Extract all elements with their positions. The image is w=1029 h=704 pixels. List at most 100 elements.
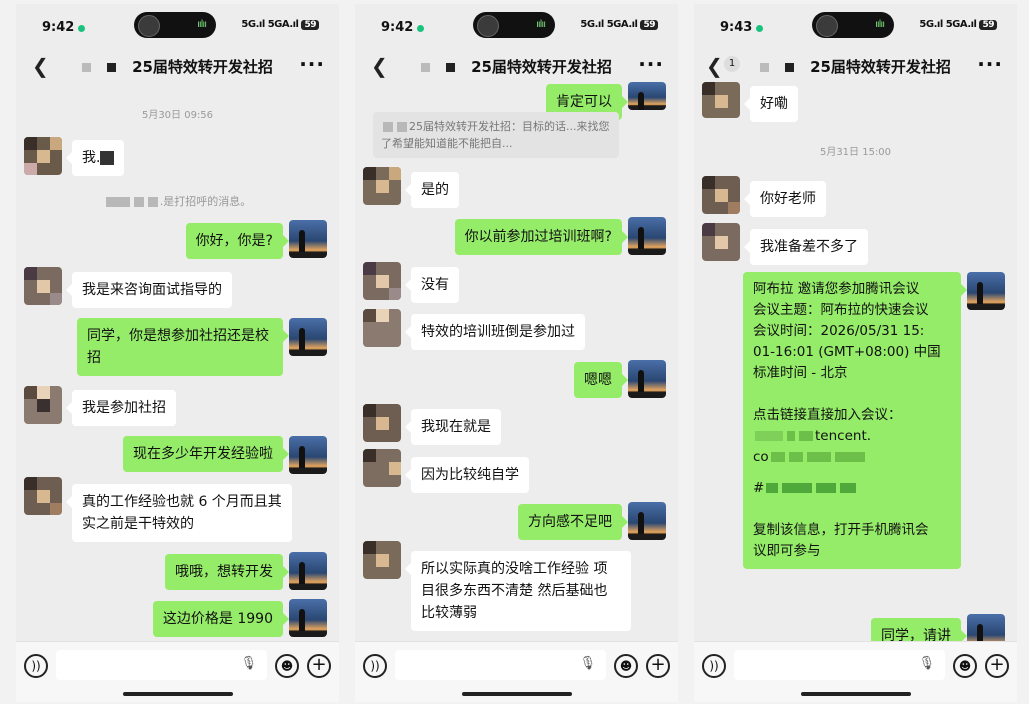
timestamp: 5月30日 09:56	[141, 110, 214, 121]
status-time: 9:42	[381, 20, 414, 35]
avatar[interactable]	[363, 309, 401, 347]
voice-icon[interactable]: ))	[363, 654, 387, 678]
avatar[interactable]	[702, 223, 740, 261]
home-indicator	[800, 692, 911, 696]
avatar[interactable]	[628, 217, 666, 255]
phone-screen-1: 9:42 ıılıı 5G.ıl 5GA.ıl 59 ❮ 25届特效转开发社招 ·…	[16, 4, 339, 702]
avatar[interactable]	[702, 82, 740, 118]
message-bubble[interactable]: 好嘞	[744, 86, 798, 122]
avatar[interactable]	[289, 220, 327, 258]
audio-wave-icon: ıılıı	[197, 19, 207, 30]
avatar[interactable]	[363, 404, 401, 442]
status-bar: 9:42 ıılıı 5G.ıl 5GA.ıl 59	[355, 4, 678, 44]
audio-wave-icon: ıılıı	[875, 19, 885, 30]
avatar[interactable]	[363, 541, 401, 579]
avatar[interactable]	[24, 477, 62, 515]
message-bubble[interactable]: 真的工作经验也就 6 个月而且其实之前是干特效的	[66, 484, 292, 542]
emoji-icon[interactable]: ☻	[614, 654, 638, 678]
chat-header: ❮ 25届特效转开发社招 ···	[16, 46, 339, 84]
meeting-invite-bubble[interactable]: 阿布拉 邀请您参加腾讯会议 会议主题：阿布拉的快速会议 会议时间：2026/05…	[743, 272, 967, 569]
status-time: 9:43	[720, 20, 753, 35]
avatar[interactable]	[363, 167, 401, 205]
status-bar: 9:42 ıılıı 5G.ıl 5GA.ıl 59	[16, 4, 339, 44]
avatar[interactable]	[702, 176, 740, 214]
message-bubble[interactable]: 我准备差不多了	[744, 229, 868, 265]
more-icon[interactable]: ···	[977, 52, 1003, 76]
input-bar: )) 🎙 ☻ +	[355, 641, 678, 702]
avatar[interactable]	[628, 82, 666, 110]
message-bubble[interactable]: 哦哦，想转开发	[165, 554, 289, 590]
status-bar: 9:43 ıılıı 5G.ıl 5GA.ıl 59	[694, 4, 1017, 44]
avatar[interactable]	[289, 552, 327, 590]
message-bubble[interactable]: 所以实际真的没啥工作经验 项目很多东西不清楚 然后基础也比较薄弱	[405, 551, 631, 631]
more-icon[interactable]: ···	[299, 52, 325, 76]
battery-level: 59	[979, 20, 997, 30]
avatar[interactable]	[289, 599, 327, 637]
message-bubble[interactable]: 你好老师	[744, 181, 826, 217]
audio-wave-icon: ıılıı	[536, 19, 546, 30]
avatar[interactable]	[24, 386, 62, 424]
more-icon[interactable]: ···	[638, 52, 664, 76]
timestamp: 5月31日 15:00	[819, 147, 892, 158]
camera-icon	[138, 15, 160, 37]
input-bar: )) 🎙 ☻ +	[16, 641, 339, 702]
mic-icon[interactable]: 🎙	[240, 656, 257, 671]
system-notice: .是打招呼的消息。	[16, 193, 339, 209]
message-bubble[interactable]: 现在多少年开发经验啦	[123, 436, 289, 472]
avatar[interactable]	[24, 267, 62, 305]
message-input[interactable]: 🎙	[56, 650, 267, 680]
message-bubble[interactable]: 我是参加社招	[66, 390, 176, 426]
message-input[interactable]: 🎙	[395, 650, 606, 680]
plus-icon[interactable]: +	[985, 654, 1009, 678]
phone-screen-3: 9:43 ıılıı 5G.ıl 5GA.ıl 59 ❮ 1 25届特效转开发社招…	[694, 4, 1017, 702]
message-bubble[interactable]: 嗯嗯	[574, 362, 628, 398]
avatar[interactable]	[289, 436, 327, 474]
message-bubble[interactable]: 我.	[65, 140, 125, 176]
input-bar: )) 🎙 ☻ +	[694, 641, 1017, 702]
message-bubble[interactable]: 特效的培训班倒是参加过	[405, 314, 585, 350]
message-input[interactable]: 🎙	[734, 650, 945, 680]
message-bubble[interactable]: 没有	[405, 267, 459, 303]
avatar[interactable]	[363, 449, 401, 487]
plus-icon[interactable]: +	[307, 654, 331, 678]
message-bubble[interactable]: 是的	[405, 172, 459, 208]
avatar[interactable]	[363, 262, 401, 300]
quoted-message[interactable]: 25届特效转开发社招：目标的话...来找您了希望能知道能不能把自...	[373, 112, 619, 158]
status-time: 9:42	[42, 20, 75, 35]
dynamic-island: ıılıı	[812, 12, 894, 38]
emoji-icon[interactable]: ☻	[275, 654, 299, 678]
avatar[interactable]	[24, 137, 62, 175]
phone-screen-2: 9:42 ıılıı 5G.ıl 5GA.ıl 59 ❮ 25届特效转开发社招 ·…	[355, 4, 678, 702]
chat-header: ❮ 1 25届特效转开发社招 ···	[694, 46, 1017, 84]
mic-icon[interactable]: 🎙	[579, 656, 596, 671]
avatar[interactable]	[628, 360, 666, 398]
battery-level: 59	[640, 20, 658, 30]
avatar[interactable]	[289, 318, 327, 356]
home-indicator	[461, 692, 572, 696]
battery-level: 59	[301, 20, 319, 30]
voice-icon[interactable]: ))	[24, 654, 48, 678]
avatar[interactable]	[628, 502, 666, 540]
chat-title: 25届特效转开发社招	[694, 56, 1017, 77]
message-bubble[interactable]: 我是来咨询面试指导的	[66, 272, 232, 308]
dynamic-island: ıılıı	[473, 12, 555, 38]
message-bubble[interactable]: 你以前参加过培训班啊?	[454, 219, 629, 255]
emoji-icon[interactable]: ☻	[953, 654, 977, 678]
signal-indicator: 5G.ıl 5GA.ıl 59	[919, 19, 997, 30]
voice-icon[interactable]: ))	[702, 654, 726, 678]
message-bubble[interactable]: 这边价格是 1990	[152, 601, 290, 637]
avatar[interactable]	[967, 272, 1005, 310]
status-dot-icon	[78, 25, 85, 32]
message-bubble[interactable]: 同学，你是想参加社招还是校招	[77, 318, 289, 376]
chat-title: 25届特效转开发社招	[16, 56, 339, 77]
message-bubble[interactable]: 你好，你是?	[185, 223, 290, 259]
message-bubble[interactable]: 因为比较纯自学	[405, 457, 529, 493]
camera-icon	[477, 15, 499, 37]
chat-title: 25届特效转开发社招	[355, 56, 678, 77]
message-bubble[interactable]: 我现在就是	[405, 409, 501, 445]
plus-icon[interactable]: +	[646, 654, 670, 678]
status-dot-icon	[756, 25, 763, 32]
mic-icon[interactable]: 🎙	[918, 656, 935, 671]
signal-indicator: 5G.ıl 5GA.ıl 59	[580, 19, 658, 30]
message-bubble[interactable]: 方向感不足吧	[518, 504, 628, 540]
